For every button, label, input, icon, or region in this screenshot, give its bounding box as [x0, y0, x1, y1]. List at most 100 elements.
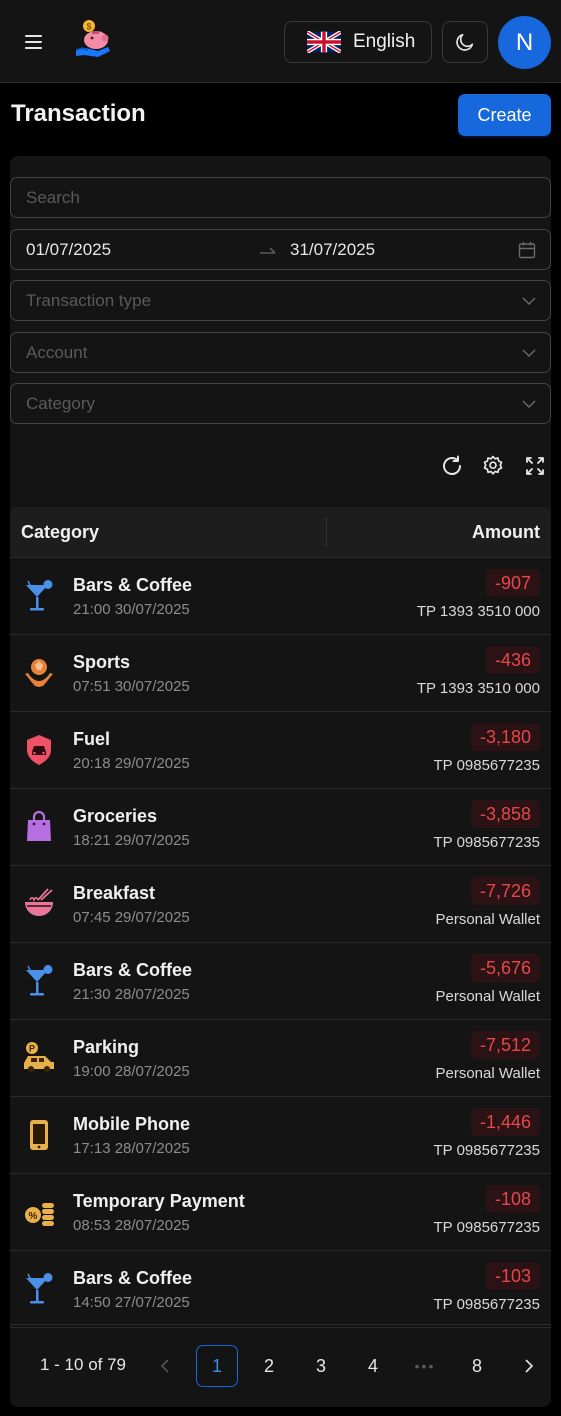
chevron-down-icon: [522, 400, 536, 408]
transaction-category: Mobile Phone: [73, 1114, 190, 1134]
transaction-category: Bars & Coffee: [73, 1268, 193, 1288]
pagination-total: 1 - 10 of 79: [40, 1355, 127, 1374]
transaction-category: Temporary Payment: [73, 1191, 245, 1211]
search-input[interactable]: Search: [10, 177, 551, 218]
calendar-icon: [518, 242, 536, 259]
theme-toggle-button[interactable]: [442, 21, 488, 63]
table-row[interactable]: Bars & Coffee 14:50 27/07/2025 -103 TP 0…: [10, 1251, 551, 1328]
transaction-type-select[interactable]: Transaction type: [10, 280, 551, 321]
coins-icon: %: [25, 1203, 54, 1226]
settings-gear-icon[interactable]: [481, 454, 505, 478]
table-row[interactable]: Bars & Coffee 21:00 30/07/2025 -907 TP 1…: [10, 558, 551, 635]
top-bar: $ English N: [0, 0, 561, 83]
transaction-amount: -103: [485, 1262, 540, 1290]
transaction-amount: -907: [485, 569, 540, 597]
column-header-amount[interactable]: Amount: [472, 522, 540, 543]
mobile-phone-icon: [30, 1120, 48, 1150]
column-header-category[interactable]: Category: [21, 522, 99, 543]
chevron-down-icon: [522, 297, 536, 305]
date-from[interactable]: 01/07/2025: [26, 240, 111, 260]
transaction-amount: -7,726: [470, 877, 540, 905]
table-row[interactable]: Breakfast 07:45 29/07/2025 -7,726 Person…: [10, 866, 551, 943]
table-header: Category Amount: [10, 507, 551, 558]
category-placeholder: Category: [26, 393, 95, 413]
svg-text:$: $: [86, 22, 91, 32]
transaction-time: 21:30 28/07/2025: [73, 986, 190, 1003]
page-ellipsis[interactable]: •••: [404, 1345, 446, 1387]
page-button-4[interactable]: 4: [352, 1345, 394, 1387]
transaction-time: 07:45 29/07/2025: [73, 909, 190, 926]
search-placeholder: Search: [26, 187, 80, 207]
transaction-amount: -7,512: [470, 1031, 540, 1059]
table-row[interactable]: Mobile Phone 17:13 28/07/2025 -1,446 TP …: [10, 1097, 551, 1174]
page-button-8[interactable]: 8: [456, 1345, 498, 1387]
uk-flag-icon: [307, 31, 341, 53]
transaction-account: Personal Wallet: [435, 1065, 541, 1082]
next-page-button[interactable]: [508, 1345, 550, 1387]
transaction-amount: -3,858: [470, 800, 540, 828]
cocktail-icon: [26, 965, 53, 996]
transaction-time: 19:00 28/07/2025: [73, 1063, 190, 1080]
page-button-1[interactable]: 1: [196, 1345, 238, 1387]
account-select[interactable]: Account: [10, 332, 551, 373]
create-button[interactable]: Create: [458, 94, 551, 136]
transaction-amount: -436: [485, 646, 540, 674]
cocktail-icon: [26, 580, 53, 611]
table-row[interactable]: % Temporary Payment 08:53 28/07/2025 -10…: [10, 1174, 551, 1251]
piggy-bank-logo-icon[interactable]: $: [72, 18, 116, 62]
sports-ball-icon: [25, 659, 53, 687]
user-avatar[interactable]: N: [498, 16, 551, 69]
transaction-account: TP 0985677235: [433, 834, 541, 851]
svg-text:P: P: [29, 1044, 35, 1054]
chevron-left-icon: [160, 1359, 169, 1373]
transaction-account: TP 1393 3510 000: [416, 603, 540, 620]
arrow-right-icon: [260, 247, 276, 254]
transaction-time: 17:13 28/07/2025: [73, 1140, 190, 1157]
table-row[interactable]: Sports 07:51 30/07/2025 -436 TP 1393 351…: [10, 635, 551, 712]
page-button-2[interactable]: 2: [248, 1345, 290, 1387]
transaction-time: 20:18 29/07/2025: [73, 755, 190, 772]
category-select[interactable]: Category: [10, 383, 551, 424]
table-row[interactable]: P Parking 19:00 28/07/2025 -7,512 Person…: [10, 1020, 551, 1097]
language-selector[interactable]: English: [284, 21, 432, 63]
moon-icon: [456, 33, 474, 51]
transaction-category: Groceries: [73, 806, 158, 826]
date-to[interactable]: 31/07/2025: [290, 240, 375, 260]
cocktail-icon: [26, 1273, 53, 1304]
fuel-car-icon: [27, 735, 51, 765]
chevron-down-icon: [522, 349, 536, 357]
pagination: 1 - 10 of 79 1 2 3 4 ••• 8: [10, 1324, 551, 1407]
transaction-account: Personal Wallet: [435, 911, 541, 928]
table-row[interactable]: Fuel 20:18 29/07/2025 -3,180 TP 09856772…: [10, 712, 551, 789]
transaction-card: Search 01/07/2025 31/07/2025 Transaction…: [10, 156, 551, 1407]
transaction-time: 21:00 30/07/2025: [73, 601, 190, 618]
transaction-account: TP 0985677235: [433, 1219, 541, 1236]
transaction-time: 08:53 28/07/2025: [73, 1217, 190, 1234]
fullscreen-icon[interactable]: [523, 454, 547, 478]
transaction-account: Personal Wallet: [435, 988, 541, 1005]
noodle-bowl-icon: [25, 888, 53, 916]
page-button-3[interactable]: 3: [300, 1345, 342, 1387]
transaction-amount: -5,676: [470, 954, 540, 982]
account-placeholder: Account: [26, 342, 88, 362]
transaction-category: Bars & Coffee: [73, 960, 193, 980]
transaction-category: Sports: [73, 652, 131, 672]
page-title: Transaction: [11, 100, 146, 127]
svg-text:%: %: [29, 1211, 38, 1222]
transaction-account: TP 1393 3510 000: [416, 680, 540, 697]
date-range-picker[interactable]: 01/07/2025 31/07/2025: [10, 229, 551, 270]
transaction-account: TP 0985677235: [433, 757, 541, 774]
chevron-right-icon: [525, 1359, 534, 1373]
transaction-time: 14:50 27/07/2025: [73, 1294, 190, 1311]
transaction-account: TP 0985677235: [433, 1142, 541, 1159]
hamburger-menu-icon[interactable]: [16, 26, 50, 58]
transaction-category: Parking: [73, 1037, 140, 1057]
table-row[interactable]: Groceries 18:21 29/07/2025 -3,858 TP 098…: [10, 789, 551, 866]
prev-page-button[interactable]: [144, 1345, 186, 1387]
transaction-amount: -1,446: [470, 1108, 540, 1136]
table-row[interactable]: Bars & Coffee 21:30 28/07/2025 -5,676 Pe…: [10, 943, 551, 1020]
transaction-time: 18:21 29/07/2025: [73, 832, 190, 849]
transaction-category: Fuel: [73, 729, 111, 749]
reload-icon[interactable]: [440, 454, 464, 478]
transaction-time: 07:51 30/07/2025: [73, 678, 190, 695]
